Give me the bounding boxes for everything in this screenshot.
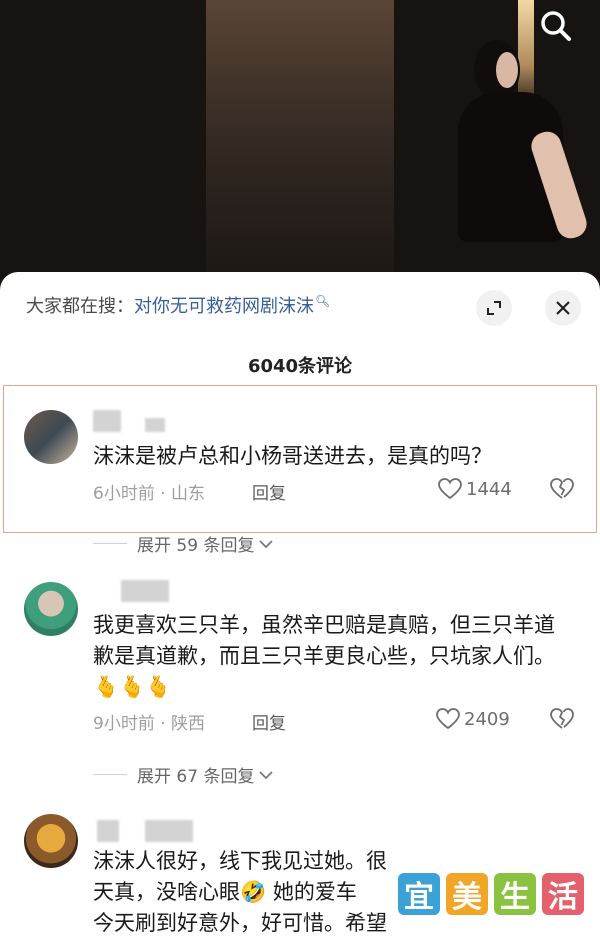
dislike-button[interactable]: [549, 708, 575, 734]
reply-button[interactable]: 回复: [252, 709, 286, 734]
expand-replies-label: 展开 67 条回复: [137, 767, 255, 787]
comment-text-line: 今天刷到好意外，好可惜。希望: [93, 911, 387, 935]
comment-text: 沫沫是被卢总和小杨哥送进去，是真的吗？: [93, 444, 492, 468]
collapse-icon: [487, 301, 501, 315]
broken-heart-icon: [550, 478, 574, 499]
comment-text-part: 她的爱车: [272, 880, 357, 904]
heart-icon: [438, 478, 462, 500]
close-icon: [556, 301, 570, 315]
comment-text: 沫沫人很好，线下我见过她。很 天真，没啥心眼🤣 她的爱车 今天刷到好意外，好可惜…: [93, 846, 387, 939]
comment-text-line: 沫沫人很好，线下我见过她。很: [93, 849, 387, 873]
finger-heart-emoji: 🫰🫰🫰: [93, 675, 172, 699]
heart-icon: [436, 708, 460, 730]
comment-sheet: 大家都在搜：对你无可救药网剧沫沫🔍︎ 6040条评论 沫沫是被卢总和小杨哥送进去…: [0, 272, 600, 935]
avatar[interactable]: [24, 582, 78, 636]
watermark-char: 生: [494, 873, 536, 915]
comment-time-location: 6小时前 · 山东: [93, 484, 206, 504]
chevron-down-icon: [259, 539, 274, 548]
expand-replies-button[interactable]: 展开 59 条回复: [93, 531, 274, 556]
watermark-char: 活: [542, 873, 584, 915]
close-button[interactable]: [545, 290, 581, 326]
small-search-icon: 🔍︎: [315, 294, 331, 308]
username-blurred[interactable]: [97, 820, 119, 842]
video-figure-face: [496, 52, 518, 88]
search-suggestion[interactable]: 大家都在搜：对你无可救药网剧沫沫🔍︎: [26, 292, 330, 318]
username-blurred-tail: [145, 820, 193, 842]
like-button[interactable]: 1444: [438, 478, 512, 500]
watermark-char: 美: [446, 873, 488, 915]
chevron-down-icon: [259, 770, 274, 779]
like-button[interactable]: 2409: [436, 708, 510, 730]
comment-time-location: 9小时前 · 陕西: [93, 714, 206, 734]
like-count: 2409: [464, 708, 510, 730]
comment-text-line: 天真，没啥心眼🤣 她的爱车: [93, 877, 387, 908]
username-blurred[interactable]: [93, 410, 121, 432]
expand-divider: [93, 774, 127, 775]
username-blurred[interactable]: [121, 580, 169, 602]
dislike-button[interactable]: [549, 478, 575, 504]
comment-text-part: 天真，没啥心眼: [93, 880, 240, 904]
expand-replies-button[interactable]: 展开 67 条回复: [93, 762, 274, 787]
search-icon[interactable]: [536, 6, 576, 46]
laughing-emoji: 🤣: [240, 880, 267, 904]
comment-text: 我更喜欢三只羊，虽然辛巴赔是真赔，但三只羊道歉是真道歉，而且三只羊更良心些，只坑…: [93, 610, 570, 703]
comment-count: 6040条评论: [247, 356, 353, 377]
expand-replies-label: 展开 59 条回复: [137, 536, 255, 556]
search-suggestion-prefix: 大家都在搜：: [26, 296, 134, 317]
video-frame: [206, 0, 591, 275]
expand-divider: [93, 543, 127, 544]
watermark-logo: 宜 美 生 活: [398, 873, 584, 915]
like-count: 1444: [466, 478, 512, 500]
avatar[interactable]: [24, 410, 78, 464]
video-player[interactable]: [0, 0, 600, 292]
username-blurred-tail: [145, 418, 165, 432]
comment-text-content: 我更喜欢三只羊，虽然辛巴赔是真赔，但三只羊道歉是真道歉，而且三只羊更良心些，只坑…: [93, 613, 555, 668]
collapse-button[interactable]: [476, 290, 512, 326]
reply-button[interactable]: 回复: [252, 479, 286, 504]
broken-heart-icon: [550, 708, 574, 729]
avatar[interactable]: [24, 814, 78, 868]
search-suggestion-link[interactable]: 对你无可救药网剧沫沫: [134, 296, 314, 317]
watermark-char: 宜: [398, 873, 440, 915]
